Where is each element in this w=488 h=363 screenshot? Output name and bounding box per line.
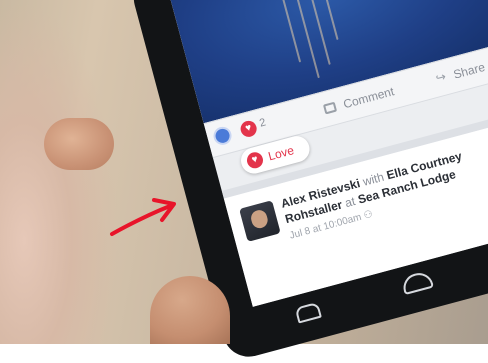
comment-button[interactable]: Comment [342, 84, 396, 111]
people-icon: ⚇ [362, 208, 375, 222]
jellyfish-tentacle [281, 0, 302, 63]
avatar-face [249, 208, 270, 230]
comment-icon [322, 101, 338, 115]
love-icon[interactable]: ♥ [245, 150, 265, 171]
reaction-count: 2 [258, 116, 268, 130]
love-reaction-badge-icon: ♥ [238, 119, 259, 139]
home-icon[interactable] [400, 269, 434, 296]
love-reaction-label[interactable]: Love [267, 143, 296, 163]
like-reaction-icon[interactable] [211, 124, 234, 147]
avatar[interactable] [239, 200, 281, 242]
share-icon: ↪ [434, 69, 448, 86]
finger-left [44, 118, 114, 170]
post-at-text: at [343, 194, 357, 211]
share-button[interactable]: Share [452, 60, 487, 82]
jellyfish-tentacle [321, 0, 339, 41]
back-icon[interactable] [294, 301, 322, 324]
background-blur [0, 0, 120, 344]
